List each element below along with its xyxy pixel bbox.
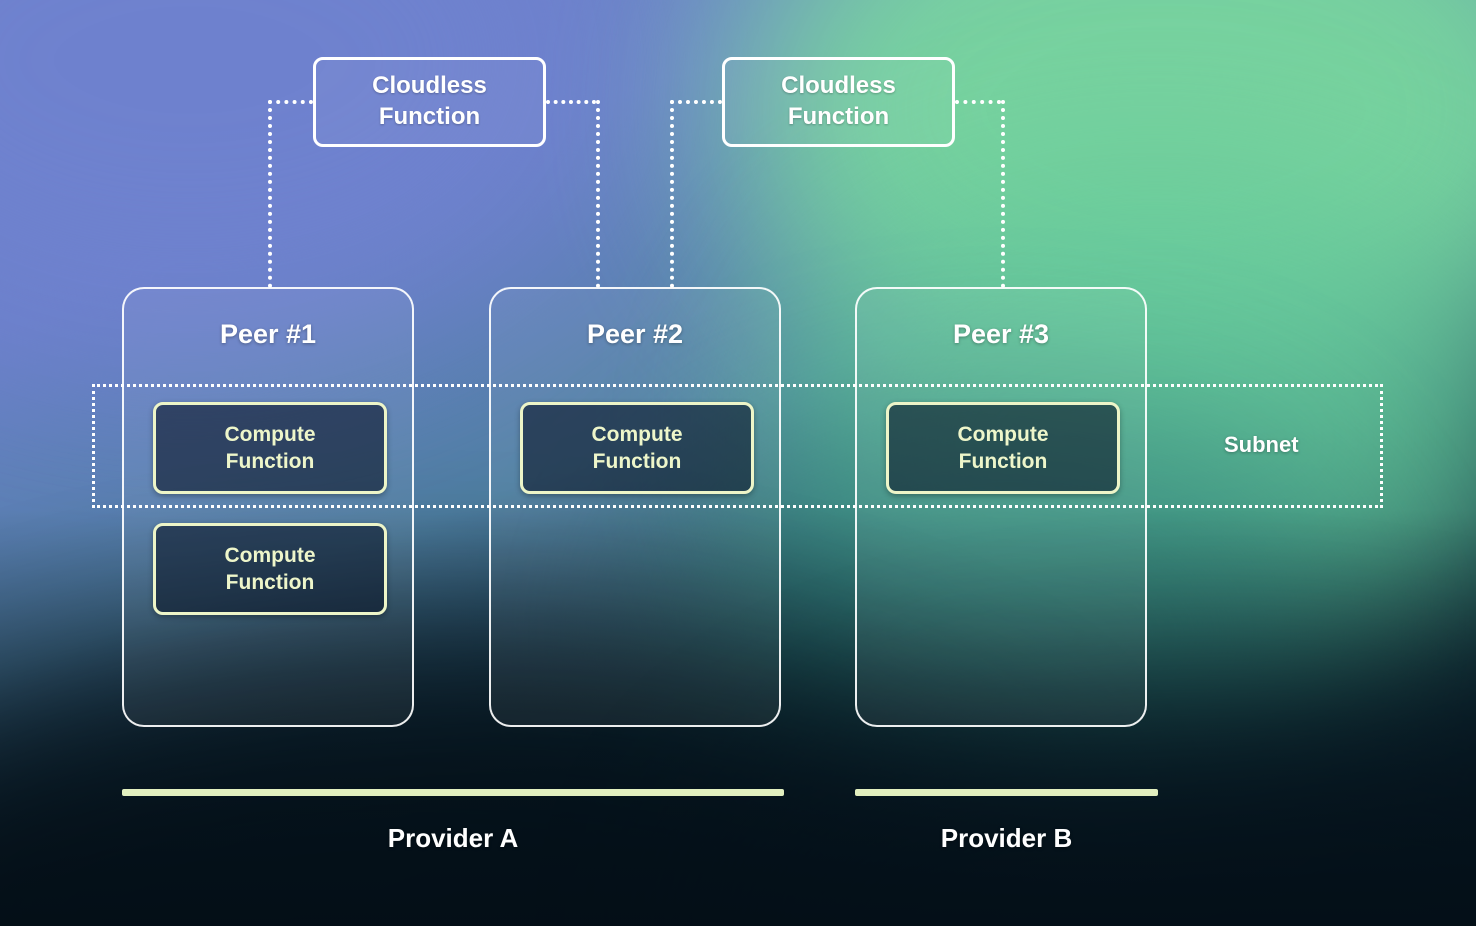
peer-card-2: Peer #2 Compute Function: [489, 287, 781, 727]
cloudless-function-label-line1: Cloudless: [372, 72, 487, 100]
compute-function-3-1: Compute Function: [886, 402, 1120, 494]
compute-function-label: Compute Function: [225, 542, 316, 597]
connector-cf1-to-peer1: [268, 100, 272, 288]
compute-function-label-line1: Compute: [957, 422, 1049, 446]
cloudless-function-label-line2: Function: [378, 103, 481, 130]
connector-stub-cf1-to-peer1: [268, 100, 313, 104]
compute-function-label-line2: Function: [592, 450, 682, 473]
compute-function-label: Compute Function: [958, 421, 1049, 476]
cloudless-function-label-line1: Cloudless: [781, 72, 896, 100]
provider-bar-1: [122, 789, 784, 796]
provider-label-1: Provider A: [387, 823, 519, 853]
compute-function-label-line1: Compute: [591, 422, 683, 446]
cloudless-function-1: Cloudless Function: [313, 57, 546, 147]
connector-stub-cf2-to-peer2: [670, 100, 722, 104]
cloudless-function-label: Cloudless Function: [372, 71, 487, 132]
connector-cf2-to-peer2: [670, 100, 674, 288]
connector-stub-cf2-to-peer3: [955, 100, 1001, 104]
diagram-canvas: Cloudless Function Cloudless Function Peer …: [0, 0, 1476, 926]
compute-function-label-line1: Compute: [224, 422, 316, 446]
compute-function-label-line2: Function: [225, 450, 315, 473]
compute-function-label: Compute Function: [592, 421, 683, 476]
connector-cf2-to-peer3: [1001, 100, 1005, 288]
compute-function-1-1: Compute Function: [153, 402, 387, 494]
compute-function-label: Compute Function: [225, 421, 316, 476]
compute-function-label-line2: Function: [225, 571, 315, 594]
cloudless-function-2: Cloudless Function: [722, 57, 955, 147]
provider-label-2: Provider B: [940, 823, 1073, 853]
connector-cf1-to-peer2: [596, 100, 600, 288]
compute-function-2-1: Compute Function: [520, 402, 754, 494]
cloudless-function-label: Cloudless Function: [781, 71, 896, 132]
compute-function-label-line1: Compute: [224, 543, 316, 567]
compute-function-label-line2: Function: [958, 450, 1048, 473]
peer-card-1: Peer #1 Compute Function Compute Function: [122, 287, 414, 727]
provider-bar-2: [855, 789, 1158, 796]
peer-title-1: Peer #1: [219, 319, 317, 349]
compute-function-1-2: Compute Function: [153, 523, 387, 615]
peer-card-3: Peer #3 Compute Function: [855, 287, 1147, 727]
connector-stub-cf1-to-peer2: [546, 100, 596, 104]
cloudless-function-label-line2: Function: [787, 103, 890, 130]
peer-title-3: Peer #3: [952, 319, 1050, 349]
peer-title-2: Peer #2: [586, 319, 684, 349]
subnet-label: Subnet: [1224, 432, 1299, 457]
